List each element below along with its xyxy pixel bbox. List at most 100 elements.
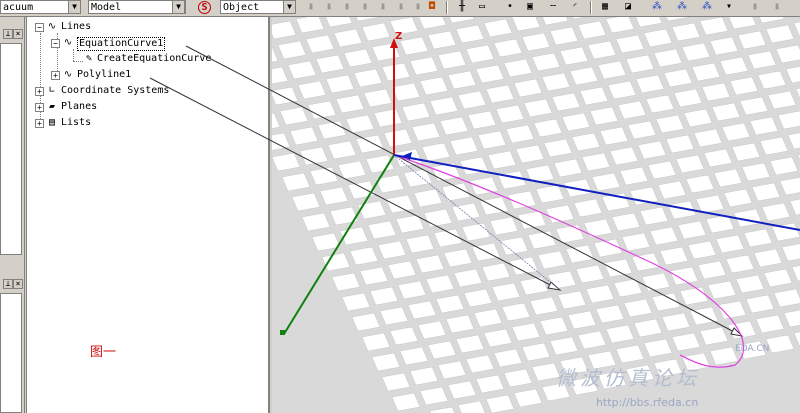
grid-tile bbox=[379, 306, 409, 326]
tree-nodes-icon[interactable]: ⁂ bbox=[700, 1, 714, 14]
grid-tile bbox=[535, 184, 565, 204]
grid-tile bbox=[272, 112, 281, 129]
grid-tile bbox=[485, 84, 515, 104]
close-icon[interactable]: × bbox=[13, 29, 23, 39]
grid-tile bbox=[413, 188, 443, 208]
box-icon[interactable]: ▣ bbox=[523, 1, 537, 14]
tree-nodes-icon[interactable]: ⁂ bbox=[675, 1, 689, 14]
grid-tile bbox=[577, 20, 607, 40]
grid-tile bbox=[635, 74, 665, 94]
grid-tile bbox=[745, 294, 775, 314]
bucket-icon[interactable]: ◘ bbox=[425, 1, 439, 14]
grid-tile bbox=[297, 80, 327, 100]
grid-tile bbox=[363, 88, 393, 108]
grid-tile bbox=[665, 134, 695, 154]
grid-tile bbox=[649, 226, 679, 246]
grid-tile bbox=[733, 208, 763, 228]
grid-tile bbox=[423, 208, 453, 228]
material-combo[interactable]: acuum bbox=[0, 0, 70, 14]
grid-tile bbox=[449, 17, 475, 24]
arc-icon[interactable]: ◜ bbox=[568, 1, 582, 14]
grid-tile bbox=[315, 54, 345, 74]
line-icon[interactable]: ╌ bbox=[546, 1, 560, 14]
expand-icon[interactable]: + bbox=[51, 71, 60, 80]
tree-item-label: Coordinate Systems bbox=[61, 85, 170, 96]
grid-tile bbox=[663, 68, 693, 88]
ruler-icon[interactable]: ╫ bbox=[455, 1, 469, 14]
grid-tile bbox=[321, 252, 351, 272]
expand-icon[interactable]: + bbox=[35, 119, 44, 128]
tree-nodes-icon[interactable]: ⁂ bbox=[650, 1, 664, 14]
grid-tile bbox=[427, 30, 457, 50]
grid-tile bbox=[523, 98, 553, 118]
grid-tile bbox=[467, 110, 497, 130]
view-icon[interactable]: ◪ bbox=[621, 1, 635, 14]
disabled-tool-icon: ▮ bbox=[343, 1, 351, 12]
grid-tile bbox=[661, 312, 691, 332]
curve-icon: ∿ bbox=[63, 69, 73, 80]
grid-tile bbox=[617, 100, 647, 120]
grid-tile bbox=[789, 198, 800, 216]
grid-tile bbox=[287, 60, 317, 80]
expand-icon[interactable]: + bbox=[35, 87, 44, 96]
grid-tile bbox=[543, 138, 573, 158]
grid-tile bbox=[747, 50, 777, 70]
grid-tile bbox=[272, 17, 277, 18]
point-icon[interactable]: • bbox=[503, 1, 517, 14]
select-combo-arrow[interactable]: ▼ bbox=[283, 0, 296, 14]
rectangle-select-icon[interactable]: ▭ bbox=[475, 1, 489, 14]
grid-tile bbox=[563, 178, 593, 198]
pin-icon[interactable]: ⊥ bbox=[3, 279, 13, 289]
grid-tile bbox=[487, 150, 517, 170]
grid-tile bbox=[623, 298, 653, 318]
curve-icon: ∿ bbox=[63, 37, 73, 48]
grid-tile bbox=[489, 216, 519, 236]
grid-tile bbox=[673, 88, 703, 108]
grid-tile bbox=[631, 252, 661, 272]
grid-tile bbox=[537, 250, 567, 270]
grid-tile bbox=[505, 124, 535, 144]
grid-tile bbox=[727, 320, 757, 340]
grid-tile bbox=[325, 74, 355, 94]
expand-icon[interactable]: ▾ bbox=[722, 1, 736, 14]
grid-tile bbox=[393, 148, 423, 168]
grid-tile bbox=[437, 50, 467, 70]
grid-tile bbox=[391, 392, 421, 412]
grid-tile bbox=[699, 326, 729, 346]
material-combo-arrow[interactable]: ▼ bbox=[68, 0, 81, 14]
expand-icon[interactable]: + bbox=[35, 103, 44, 112]
grid-tile bbox=[443, 248, 473, 268]
model-tree: − ∿ Lines − ∿ EquationCurve1 ✎ CreateEqu… bbox=[26, 17, 270, 413]
grid-tile bbox=[783, 309, 800, 328]
collapse-icon[interactable]: − bbox=[51, 39, 60, 48]
grid-tile bbox=[572, 17, 587, 20]
grid-tile bbox=[531, 52, 561, 72]
pin-icon[interactable]: ⊥ bbox=[3, 29, 13, 39]
grid-tile bbox=[491, 282, 521, 302]
disabled-tool-icon: ▮ bbox=[773, 1, 781, 12]
grid-tile bbox=[605, 324, 635, 344]
grid-tile bbox=[421, 142, 451, 162]
3d-viewport[interactable] bbox=[272, 17, 800, 413]
grid-tile bbox=[465, 44, 495, 64]
grid-icon[interactable]: ▦ bbox=[598, 1, 612, 14]
grid-tile bbox=[301, 212, 331, 232]
disabled-tool-icon: ▮ bbox=[307, 1, 315, 12]
grid-tile bbox=[495, 104, 525, 124]
lists-icon: ▤ bbox=[48, 117, 56, 128]
grid-tile bbox=[272, 20, 297, 40]
space-combo-arrow[interactable]: ▼ bbox=[172, 0, 185, 14]
collapse-icon[interactable]: − bbox=[35, 23, 44, 32]
snap-s-icon[interactable]: S bbox=[198, 1, 211, 14]
grid-tile bbox=[699, 17, 729, 36]
grid-tile bbox=[419, 386, 449, 406]
grid-tile bbox=[455, 24, 485, 44]
grid-tile bbox=[615, 34, 645, 54]
grid-tile bbox=[459, 156, 489, 176]
grid-tile bbox=[511, 322, 541, 342]
grid-tile bbox=[411, 122, 441, 142]
grid-tile bbox=[581, 152, 611, 172]
close-icon[interactable]: × bbox=[13, 279, 23, 289]
grid-tile bbox=[525, 164, 555, 184]
grid-tile bbox=[643, 338, 673, 358]
